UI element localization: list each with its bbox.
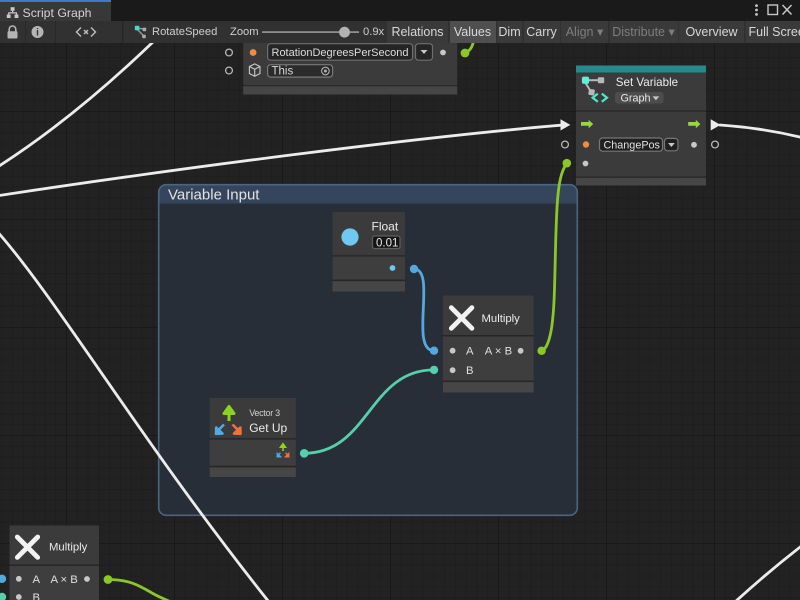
svg-text:i: i <box>36 28 39 39</box>
svg-text:B: B <box>33 592 41 600</box>
svg-text:A × B: A × B <box>485 346 512 358</box>
svg-text:Graph: Graph <box>621 92 651 104</box>
svg-text:Get Up: Get Up <box>249 421 287 435</box>
svg-text:Variable Input: Variable Input <box>168 186 260 203</box>
svg-text:RotationDegreesPerSecond: RotationDegreesPerSecond <box>272 47 409 59</box>
svg-text:A: A <box>466 346 474 358</box>
svg-text:Vector 3: Vector 3 <box>249 408 280 418</box>
svg-text:Float: Float <box>372 219 399 233</box>
svg-text:This: This <box>272 66 294 78</box>
svg-text:A × B: A × B <box>51 574 78 586</box>
svg-text:0.01: 0.01 <box>376 237 398 249</box>
svg-text:B: B <box>466 365 474 377</box>
svg-text:ChangePos: ChangePos <box>604 140 661 152</box>
svg-text:Multiply: Multiply <box>482 313 521 325</box>
svg-text:Multiply: Multiply <box>49 542 88 554</box>
svg-text:A: A <box>33 574 41 586</box>
svg-text:Set Variable: Set Variable <box>616 76 678 89</box>
